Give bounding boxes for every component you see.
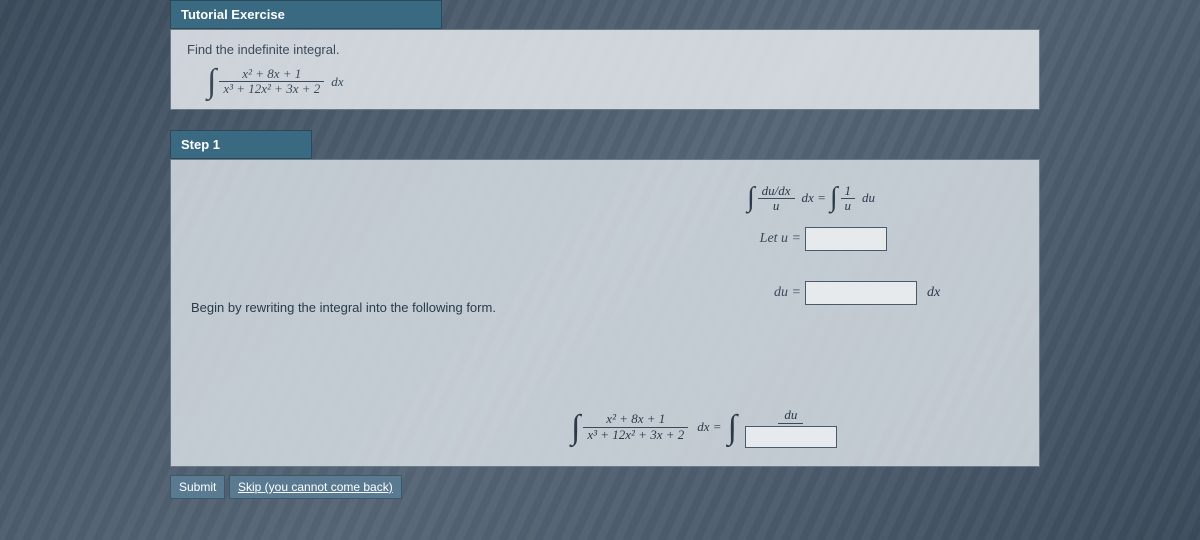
- step1-header: Step 1: [170, 130, 312, 159]
- rhs-num: 1: [841, 184, 856, 199]
- integral-icon: ∫: [728, 414, 737, 441]
- rewrite-instruction: Begin by rewriting the integral into the…: [191, 300, 571, 315]
- step1-label: Step 1: [181, 137, 220, 152]
- rhs-du: du: [862, 190, 875, 206]
- du-label: du =: [601, 285, 801, 301]
- exercise-fraction: x² + 8x + 1 x³ + 12x² + 3x + 2: [219, 67, 324, 97]
- exercise-numerator: x² + 8x + 1: [219, 67, 324, 82]
- dudx-dx: dx =: [802, 190, 826, 206]
- bottom-fraction: x² + 8x + 1 x³ + 12x² + 3x + 2: [583, 412, 688, 442]
- integral-icon: ∫: [571, 414, 580, 441]
- submit-button[interactable]: Submit: [170, 475, 225, 499]
- dudx-fraction: du/dx u: [758, 184, 795, 214]
- rhs-den: u: [841, 199, 856, 213]
- du-over-input: du: [741, 407, 841, 448]
- exercise-prompt: Find the indefinite integral.: [187, 42, 1023, 57]
- dudx-num: du/dx: [758, 184, 795, 199]
- integral-icon: ∫: [747, 187, 755, 209]
- dudx-den: u: [758, 199, 795, 213]
- du-after-dx: dx: [927, 285, 940, 301]
- integral-icon: ∫: [207, 68, 216, 95]
- let-u-input[interactable]: [805, 227, 887, 251]
- bottom-num: x² + 8x + 1: [583, 412, 688, 427]
- exercise-denominator: x³ + 12x² + 3x + 2: [219, 82, 324, 96]
- step1-panel: Begin by rewriting the integral into the…: [170, 159, 1040, 467]
- step1-right-column: ∫ du/dx u dx = ∫ 1 u du Let u = du =: [601, 170, 1021, 320]
- bottom-equation: ∫ x² + 8x + 1 x³ + 12x² + 3x + 2 dx = ∫ …: [571, 407, 841, 448]
- exercise-integral: ∫ x² + 8x + 1 x³ + 12x² + 3x + 2 dx: [207, 67, 1023, 97]
- exercise-dx: dx: [331, 74, 343, 90]
- du-top: du: [778, 407, 803, 424]
- du-row: du = dx: [601, 281, 1021, 305]
- button-row: Submit Skip (you cannot come back): [170, 475, 1040, 499]
- du-input[interactable]: [805, 281, 917, 305]
- bottom-den: x³ + 12x² + 3x + 2: [583, 428, 688, 442]
- rhs-fraction: 1 u: [841, 184, 856, 214]
- let-u-label: Let u =: [601, 231, 801, 247]
- integral-icon: ∫: [830, 187, 838, 209]
- denominator-input[interactable]: [745, 426, 837, 448]
- skip-button[interactable]: Skip (you cannot come back): [229, 475, 402, 499]
- tutorial-title: Tutorial Exercise: [181, 7, 285, 22]
- dudx-equation: ∫ du/dx u dx = ∫ 1 u du: [601, 184, 1021, 214]
- let-u-row: Let u =: [601, 227, 1021, 251]
- exercise-panel: Find the indefinite integral. ∫ x² + 8x …: [170, 29, 1040, 110]
- tutorial-header: Tutorial Exercise: [170, 0, 442, 29]
- bottom-dx: dx =: [697, 419, 721, 435]
